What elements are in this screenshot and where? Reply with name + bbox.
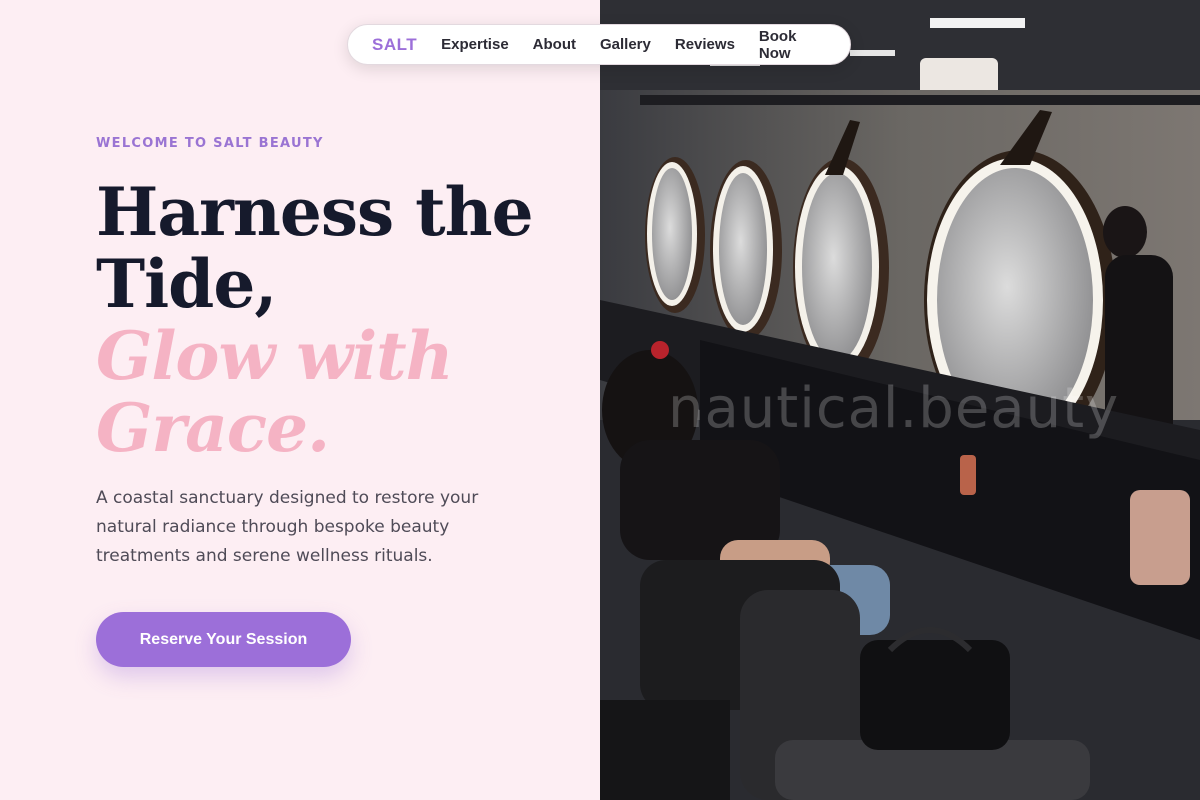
brand-logo[interactable]: SALT — [372, 35, 417, 55]
watermark-text: nautical.beauty — [668, 376, 1120, 441]
reserve-session-button[interactable]: Reserve Your Session — [96, 612, 351, 667]
headline-line-2: Tide, — [96, 245, 277, 323]
headline-accent-line-1: Glow with — [96, 317, 454, 395]
nav-link-gallery[interactable]: Gallery — [600, 36, 651, 53]
nav-link-about[interactable]: About — [533, 36, 576, 53]
nav-link-expertise[interactable]: Expertise — [441, 36, 509, 53]
nav-link-reviews[interactable]: Reviews — [675, 36, 735, 53]
top-navigation: SALT Expertise About Gallery Reviews Boo… — [347, 24, 851, 65]
nav-link-book-now[interactable]: Book Now — [759, 28, 826, 62]
hero-description: A coastal sanctuary designed to restore … — [96, 488, 479, 566]
headline-accent-line-2: Grace. — [96, 389, 330, 467]
hero-eyebrow: WELCOME TO SALT BEAUTY — [96, 136, 324, 151]
headline-line-1: Harness the — [96, 173, 534, 251]
